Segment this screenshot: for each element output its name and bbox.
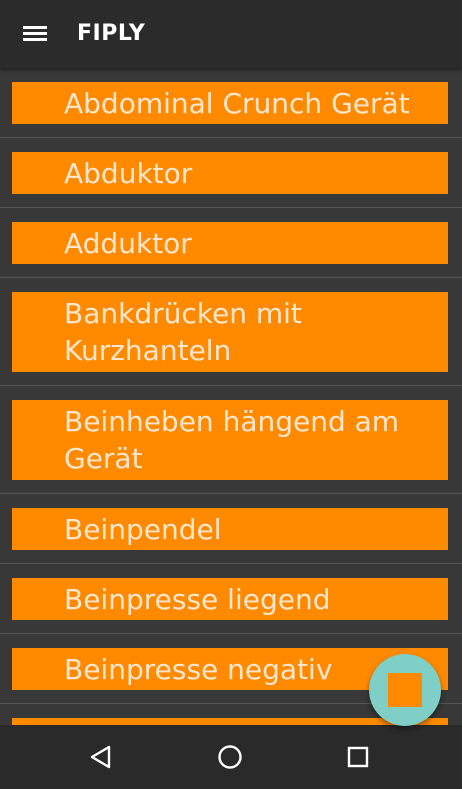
exercise-list[interactable]: Abdominal Crunch Gerät Abduktor Adduktor…: [0, 68, 462, 725]
exercise-button[interactable]: Abduktor: [12, 152, 448, 194]
stop-square-icon: [388, 673, 422, 707]
list-item: Adduktor: [0, 208, 462, 278]
home-icon-svg: [218, 745, 242, 769]
exercise-button[interactable]: Bankdrücken mit Kurzhanteln: [12, 292, 448, 372]
back-icon-svg: [90, 745, 111, 769]
menu-line: [23, 32, 47, 35]
system-navigation-bar: [0, 725, 462, 789]
menu-line: [23, 38, 47, 41]
app-screen: FIPLY Abdominal Crunch Gerät Abduktor Ad…: [0, 0, 462, 789]
circle-home-icon[interactable]: [210, 737, 250, 777]
app-title: FIPLY: [77, 21, 146, 46]
list-item: Beinheben hängend am Gerät: [0, 386, 462, 494]
exercise-button[interactable]: Beinpresse liegend: [12, 578, 448, 620]
list-item: Beinpresse liegend: [0, 564, 462, 634]
menu-line: [23, 26, 47, 29]
exercise-button[interactable]: Adduktor: [12, 222, 448, 264]
list-item: Abduktor: [0, 138, 462, 208]
app-bar: FIPLY: [0, 0, 462, 68]
exercise-button[interactable]: Beinpendel: [12, 508, 448, 550]
square-recents-icon[interactable]: [338, 737, 378, 777]
exercise-button[interactable]: Beinheben hängend am Gerät: [12, 400, 448, 480]
fab-button[interactable]: [369, 654, 441, 726]
triangle-back-icon[interactable]: [81, 737, 121, 777]
exercise-button-partial[interactable]: [12, 718, 448, 725]
list-item: Abdominal Crunch Gerät: [0, 68, 462, 138]
list-item: Bankdrücken mit Kurzhanteln: [0, 278, 462, 386]
hamburger-menu-icon[interactable]: [12, 14, 58, 54]
list-item: Beinpendel: [0, 494, 462, 564]
recents-icon-svg: [347, 746, 369, 768]
exercise-button[interactable]: Abdominal Crunch Gerät: [12, 82, 448, 124]
